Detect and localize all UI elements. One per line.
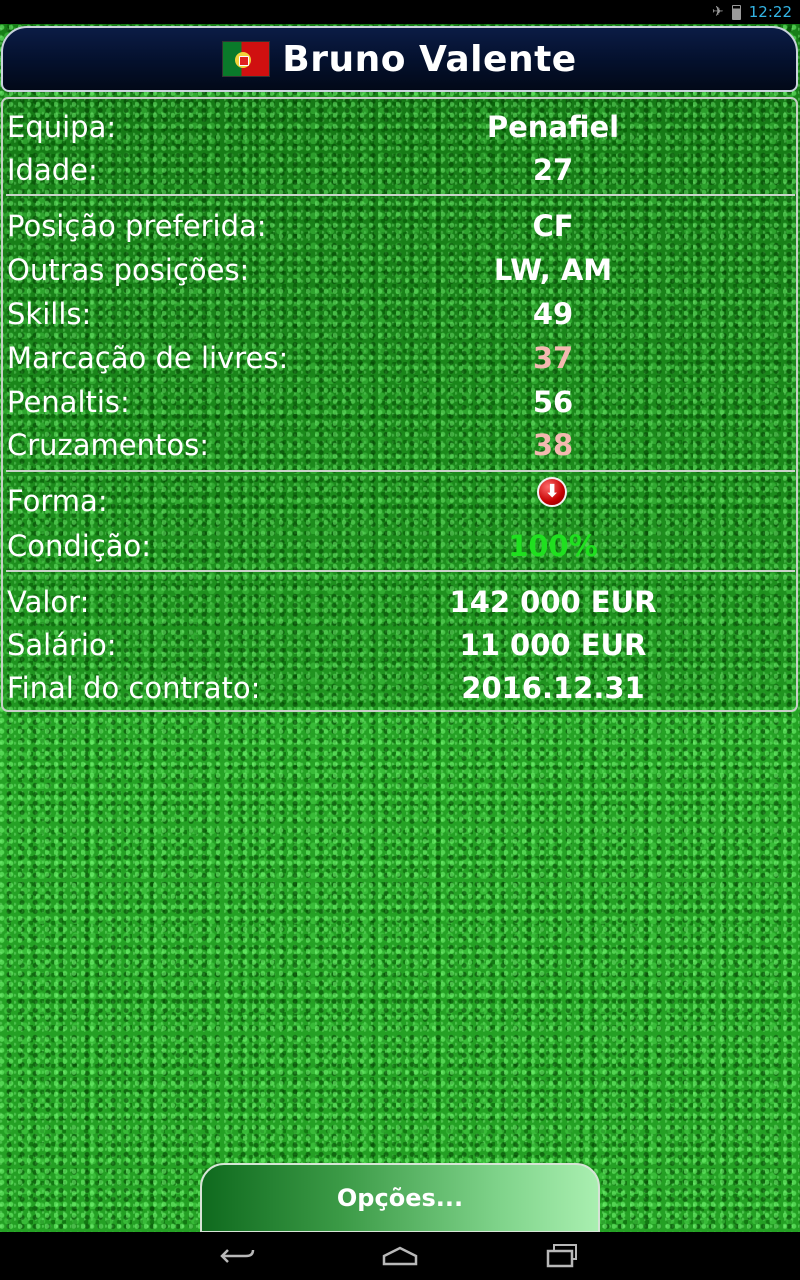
team-label: Equipa: (7, 110, 117, 144)
market-value-value: 142 000 EUR (449, 585, 657, 619)
row-age: Idade: 27 (3, 150, 796, 190)
options-button-label: Opções... (336, 1184, 464, 1212)
row-form: Forma: ⬇ (3, 477, 796, 521)
status-time: 12:22 (748, 3, 792, 21)
screen: ✈ 12:22 Bruno Valente Equipa: Penafiel I… (0, 0, 800, 1280)
home-icon (382, 1246, 418, 1266)
other-positions-label: Outras posições: (7, 253, 250, 287)
condition-label: Condição: (7, 529, 152, 563)
preferred-position-label: Posição preferida: (7, 209, 267, 243)
recent-apps-button[interactable] (538, 1240, 586, 1272)
form-label: Forma: (7, 484, 108, 518)
divider (6, 570, 795, 572)
back-icon (220, 1249, 255, 1263)
arrow-down-icon: ⬇ (537, 477, 567, 507)
player-name: Bruno Valente (282, 38, 577, 80)
contract-end-label: Final do contrato: (7, 671, 261, 705)
navigation-bar (0, 1232, 800, 1280)
row-skills: Skills: 49 (3, 294, 796, 334)
team-value: Penafiel (486, 110, 620, 144)
battery-icon (731, 4, 741, 20)
home-button[interactable] (376, 1240, 424, 1272)
row-penalties: Penaltis: 56 (3, 382, 796, 422)
crossing-label: Cruzamentos: (7, 428, 210, 462)
player-header: Bruno Valente (1, 26, 798, 92)
airplane-icon: ✈ (712, 4, 724, 20)
condition-value: 100% (508, 529, 598, 563)
free-kicks-value: 37 (532, 341, 574, 375)
row-salary: Salário: 11 000 EUR (3, 625, 796, 665)
player-info-panel: Equipa: Penafiel Idade: 27 Posição prefe… (1, 97, 798, 712)
free-kicks-label: Marcação de livres: (7, 341, 289, 375)
crossing-value: 38 (532, 428, 574, 462)
salary-label: Salário: (7, 628, 117, 662)
divider (6, 470, 795, 472)
options-button[interactable]: Opções... (200, 1163, 600, 1233)
preferred-position-value: CF (532, 209, 574, 243)
age-label: Idade: (7, 153, 98, 187)
market-value-label: Valor: (7, 585, 90, 619)
row-condition: Condição: 100% (3, 526, 796, 566)
salary-value: 11 000 EUR (459, 628, 647, 662)
row-crossing: Cruzamentos: 38 (3, 425, 796, 465)
skills-value: 49 (532, 297, 574, 331)
back-button[interactable] (214, 1240, 262, 1272)
row-other-positions: Outras posições: LW, AM (3, 250, 796, 290)
other-positions-value: LW, AM (493, 253, 613, 287)
contract-end-value: 2016.12.31 (461, 671, 645, 705)
row-market-value: Valor: 142 000 EUR (3, 582, 796, 622)
portugal-flag (222, 41, 271, 77)
skills-label: Skills: (7, 297, 92, 331)
flag-seal (235, 52, 252, 68)
penalties-value: 56 (532, 385, 574, 419)
row-free-kicks: Marcação de livres: 37 (3, 338, 796, 378)
row-contract-end: Final do contrato: 2016.12.31 (3, 668, 796, 708)
penalties-label: Penaltis: (7, 385, 130, 419)
status-bar: ✈ 12:22 (0, 0, 800, 24)
age-value: 27 (532, 153, 574, 187)
divider (6, 194, 795, 196)
row-preferred-position: Posição preferida: CF (3, 206, 796, 246)
row-team: Equipa: Penafiel (3, 107, 796, 147)
recent-apps-icon (546, 1244, 577, 1268)
